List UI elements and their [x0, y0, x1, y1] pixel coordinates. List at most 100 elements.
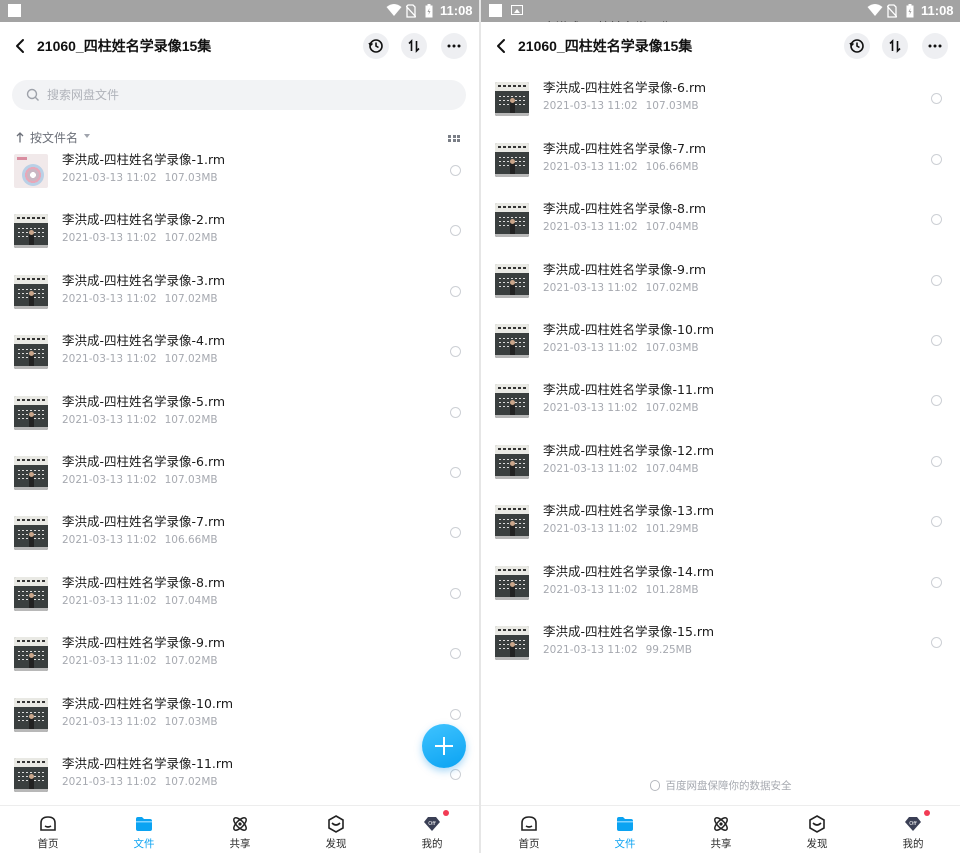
select-radio[interactable] — [450, 285, 461, 297]
search-input[interactable]: 搜索网盘文件 — [12, 80, 466, 110]
select-radio[interactable] — [931, 335, 942, 346]
file-row[interactable]: 李洪成-四柱姓名学录像-8.rm 2021-03-13 11:02 107.04MB — [481, 189, 960, 249]
video-thumbnail — [495, 82, 529, 117]
file-row[interactable]: 李洪成-四柱姓名学录像-8.rm 2021-03-13 11:02 107.04MB — [0, 563, 479, 623]
video-thumbnail — [495, 626, 529, 660]
file-row[interactable]: 李洪成-四柱姓名学录像-1.rm 2021-03-13 11:02 107.03MB — [0, 140, 479, 200]
data-safety-text: 百度网盘保障你的数据安全 — [665, 780, 792, 792]
tab-discover[interactable]: 发现 — [306, 806, 366, 853]
file-date: 2021-03-13 11:02 — [543, 644, 638, 656]
file-name: 李洪成-四柱姓名学录像-11.rm — [62, 756, 233, 771]
file-name: 李洪成-四柱姓名学录像-10.rm — [543, 322, 714, 337]
tab-folder[interactable]: 文件 — [595, 806, 655, 853]
file-meta: 2021-03-13 11:02 107.03MB — [62, 171, 218, 185]
tab-profile[interactable]: Off 我的 — [402, 806, 462, 853]
file-row[interactable]: 李洪成-四柱姓名学录像-15.rm 2021-03-13 11:02 99.25MB — [481, 612, 960, 672]
select-radio[interactable] — [450, 769, 461, 780]
select-radio[interactable] — [450, 587, 461, 599]
file-size: 107.02MB — [164, 413, 218, 426]
history-button[interactable] — [363, 33, 389, 59]
file-row[interactable]: 李洪成-四柱姓名学录像-4.rm 2021-03-13 11:02 107.02MB — [0, 321, 479, 381]
file-date: 2021-03-13 11:02 — [62, 232, 157, 245]
file-row[interactable]: 李洪成-四柱姓名学录像-9.rm 2021-03-13 11:02 107.02MB — [481, 250, 960, 310]
file-list-screen-right: 11:08 李洪成-四柱姓名学录像-5.rm2021-03-13 11:0210… — [481, 0, 960, 853]
file-date: 2021-03-13 11:02 — [543, 523, 638, 536]
file-row[interactable]: 李洪成-四柱姓名学录像-11.rm 2021-03-13 11:02 107.02M… — [481, 370, 960, 430]
file-row[interactable]: 李洪成-四柱姓名学录像-6.rm 2021-03-13 11:02 107.03MB — [481, 68, 960, 128]
screenshot-composite: 11:08 21060_四柱姓名学录像15集 搜索网盘文件 按文件名 李洪成-四… — [0, 0, 960, 853]
file-size: 107.02MB — [164, 776, 218, 788]
more-options-button[interactable] — [922, 33, 948, 59]
select-radio[interactable] — [450, 346, 461, 358]
file-row[interactable]: 李洪成-四柱姓名学录像-12.rm 2021-03-13 11:02 107.04M… — [481, 431, 960, 491]
file-meta: 2021-03-13 11:02 107.02MB — [62, 231, 218, 245]
status-bar: 11:08 — [0, 0, 479, 22]
sort-order-button[interactable] — [882, 33, 908, 59]
select-radio[interactable] — [931, 576, 942, 588]
file-date: 2021-03-13 11:02 — [543, 100, 638, 113]
sort-order-button[interactable] — [401, 33, 427, 59]
select-radio[interactable] — [931, 516, 942, 528]
select-radio[interactable] — [450, 527, 461, 539]
file-row[interactable]: 李洪成-四柱姓名学录像-9.rm 2021-03-13 11:02 107.02MB — [0, 623, 479, 683]
tab-home[interactable]: 首页 — [18, 806, 78, 853]
file-row[interactable]: 李洪成-四柱姓名学录像-5.rm 2021-03-13 11:02 107.02MB — [0, 382, 479, 442]
tab-profile[interactable]: Off 我的 — [883, 806, 943, 853]
file-row[interactable]: 李洪成-四柱姓名学录像-10.rm 2021-03-13 11:02 107.03M… — [0, 684, 479, 744]
search-icon — [26, 88, 39, 101]
file-size: 107.02MB — [164, 353, 218, 366]
file-row[interactable]: 李洪成-四柱姓名学录像-3.rm 2021-03-13 11:02 107.02MB — [0, 261, 479, 321]
file-size: 101.29MB — [645, 523, 699, 536]
select-radio[interactable] — [931, 455, 942, 467]
file-row[interactable]: 李洪成-四柱姓名学录像-2.rm 2021-03-13 11:02 107.02MB — [0, 200, 479, 260]
tab-folder[interactable]: 文件 — [114, 806, 174, 853]
more-options-button[interactable] — [441, 33, 467, 59]
tab-home[interactable]: 首页 — [499, 806, 559, 853]
select-radio[interactable] — [450, 225, 461, 237]
file-row[interactable]: 李洪成-四柱姓名学录像-11.rm 2021-03-13 11:02 107.02M… — [0, 744, 479, 804]
more-dots-icon — [928, 44, 942, 48]
bottom-tab-bar: 首页 文件 共享 发现 Off 我的 — [0, 805, 479, 853]
file-name: 李洪成-四柱姓名学录像-15.rm — [543, 624, 714, 639]
file-meta: 2021-03-13 11:02 106.66MB — [543, 160, 699, 174]
file-row[interactable]: 李洪成-四柱姓名学录像-13.rm 2021-03-13 11:02 101.29M… — [481, 491, 960, 551]
file-row[interactable]: 李洪成-四柱姓名学录像-14.rm 2021-03-13 11:02 101.28M… — [481, 552, 960, 612]
select-radio[interactable] — [450, 467, 461, 478]
file-size: 99.25MB — [645, 644, 692, 656]
select-radio[interactable] — [931, 214, 942, 226]
select-radio[interactable] — [450, 708, 461, 720]
select-radio[interactable] — [931, 274, 942, 286]
video-thumbnail — [495, 444, 529, 479]
tab-discover[interactable]: 发现 — [787, 806, 847, 853]
tab-share[interactable]: 共享 — [210, 806, 270, 853]
select-radio[interactable] — [931, 637, 942, 648]
file-row[interactable]: 李洪成-四柱姓名学录像-6.rm 2021-03-13 11:02 107.03MB — [0, 442, 479, 502]
file-row[interactable]: 李洪成-四柱姓名学录像-7.rm 2021-03-13 11:02 106.66MB — [481, 129, 960, 189]
file-size: 107.03MB — [164, 474, 218, 486]
select-radio[interactable] — [931, 93, 942, 105]
folder-title: 21060_四柱姓名学录像15集 — [37, 38, 212, 54]
select-radio[interactable] — [450, 406, 461, 418]
file-row[interactable]: 李洪成-四柱姓名学录像-7.rm 2021-03-13 11:02 106.66MB — [0, 502, 479, 562]
select-radio[interactable] — [450, 165, 461, 176]
file-meta: 2021-03-13 11:02 107.02MB — [62, 352, 218, 366]
back-arrow-icon[interactable] — [493, 36, 511, 56]
file-name: 李洪成-四柱姓名学录像-7.rm — [62, 514, 226, 530]
video-thumbnail — [495, 142, 529, 177]
back-arrow-icon[interactable] — [12, 36, 30, 56]
file-date: 2021-03-13 11:02 — [543, 583, 638, 596]
file-meta: 2021-03-13 11:02 107.04MB — [543, 220, 699, 234]
file-row[interactable]: 李洪成-四柱姓名学录像-10.rm 2021-03-13 11:02 107.03M… — [481, 310, 960, 370]
video-thumbnail — [14, 456, 48, 490]
select-radio[interactable] — [931, 395, 942, 407]
file-size: 107.03MB — [645, 342, 699, 354]
file-list-screen-left: 11:08 21060_四柱姓名学录像15集 搜索网盘文件 按文件名 李洪成-四… — [0, 0, 479, 853]
top-bar: 21060_四柱姓名学录像15集 — [481, 22, 960, 70]
file-meta: 2021-03-13 11:02 107.02MB — [62, 775, 218, 789]
select-radio[interactable] — [931, 153, 942, 165]
history-button[interactable] — [844, 33, 870, 59]
tab-share[interactable]: 共享 — [691, 806, 751, 853]
wifi-icon — [386, 4, 402, 16]
add-button[interactable] — [422, 724, 466, 768]
select-radio[interactable] — [450, 648, 461, 660]
